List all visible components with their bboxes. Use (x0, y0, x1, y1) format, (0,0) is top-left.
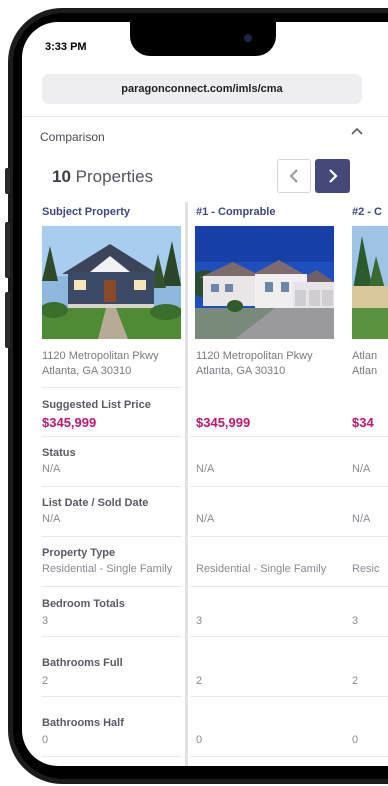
subject-bedroom-totals: 3 (42, 615, 49, 627)
url-text: paragonconnect.com/imls/cma (121, 83, 283, 95)
comp-2-bathrooms-half: 0 (352, 734, 359, 746)
column-divider (185, 202, 188, 766)
comp-1-property-type: Residential - Single Family (196, 563, 327, 575)
column-header-subject: Subject Property (42, 206, 131, 218)
subject-property-type: Residential - Single Family (42, 563, 173, 575)
comp-1-address-line1: 1120 Metropolitan Pkwy (196, 350, 313, 362)
previous-button[interactable] (277, 159, 311, 193)
comp-2-bedroom-totals: 3 (352, 615, 359, 627)
comp-2-bathrooms-full: 2 (352, 675, 359, 687)
comp-2-price: $34 (352, 415, 374, 430)
comp-1-status: N/A (196, 463, 215, 475)
row-separator (190, 486, 388, 487)
chevron-right-icon (328, 169, 338, 183)
properties-count-number: 10 (52, 167, 71, 186)
comp-2-status: N/A (352, 463, 371, 475)
subject-bathrooms-half: 0 (42, 734, 49, 746)
comp-1-bedroom-totals: 3 (196, 615, 203, 627)
comp-2-list-sold-date: N/A (352, 513, 371, 525)
label-bedroom-totals: Bedroom Totals (42, 598, 125, 610)
address-bar[interactable]: paragonconnect.com/imls/cma (42, 74, 362, 104)
row-separator (42, 536, 181, 537)
row-separator (42, 636, 181, 637)
comp-1-price: $345,999 (196, 415, 251, 430)
chevron-left-icon (289, 169, 298, 183)
properties-count-label: Properties (75, 167, 154, 186)
row-separator (190, 696, 388, 697)
subject-address-line1: 1120 Metropolitan Pkwy (42, 350, 159, 362)
column-header-comp-2: #2 - C (352, 206, 382, 218)
comp-1-bathrooms-full: 2 (196, 675, 203, 687)
notch (130, 22, 276, 56)
subject-address-line2: Atlanta, GA 30310 (42, 365, 132, 377)
subject-address: 1120 Metropolitan Pkwy Atlanta, GA 30310 (42, 349, 159, 379)
next-button[interactable] (315, 159, 350, 193)
comp-1-address-line2: Atlanta, GA 30310 (196, 365, 286, 377)
row-separator (190, 536, 388, 537)
comp-2-address: Atlan Atlan (352, 349, 377, 379)
mute-switch (5, 168, 10, 194)
row-separator (190, 586, 388, 587)
front-camera (244, 34, 252, 42)
row-separator (42, 436, 181, 437)
comp-1-address: 1120 Metropolitan Pkwy Atlanta, GA 30310 (196, 349, 313, 379)
chevron-up-icon[interactable] (348, 122, 366, 140)
row-separator (42, 756, 181, 757)
comp-2-address-line2: Atlan (352, 365, 378, 377)
properties-count: 10 Properties (52, 167, 153, 187)
divider (22, 116, 388, 117)
row-separator (190, 436, 388, 437)
row-separator (190, 756, 388, 757)
subject-bathrooms-full: 2 (42, 675, 49, 687)
subject-property-photo[interactable] (42, 226, 181, 339)
phone-screen: 3:33 PM paragonconnect.com/imls/cma Comp… (22, 22, 388, 766)
status-time: 3:33 PM (45, 41, 87, 53)
comp-2-property-type: Resic (352, 563, 380, 575)
comp-2-address-line1: Atlan (352, 350, 378, 362)
row-separator (42, 586, 181, 587)
row-separator (42, 696, 181, 697)
row-separator (42, 387, 181, 388)
volume-up-button (5, 222, 10, 278)
label-bathrooms-full: Bathrooms Full (42, 657, 123, 669)
subject-list-sold-date: N/A (42, 513, 61, 525)
label-list-sold-date: List Date / Sold Date (42, 497, 149, 509)
comparable-1-photo[interactable] (195, 226, 334, 339)
comp-1-bathrooms-half: 0 (196, 734, 203, 746)
comparable-2-photo[interactable] (352, 226, 388, 339)
subject-price: $345,999 (42, 415, 97, 430)
column-header-comp-1: #1 - Comprable (196, 206, 276, 218)
label-status: Status (42, 447, 76, 459)
label-bathrooms-half: Bathrooms Half (42, 717, 124, 729)
row-separator (42, 486, 181, 487)
row-separator (190, 636, 388, 637)
comp-1-list-sold-date: N/A (196, 513, 215, 525)
label-property-type: Property Type (42, 547, 116, 559)
volume-down-button (5, 292, 10, 348)
section-title: Comparison (40, 130, 105, 144)
label-suggested-list-price: Suggested List Price (42, 399, 151, 411)
subject-status: N/A (42, 463, 61, 475)
